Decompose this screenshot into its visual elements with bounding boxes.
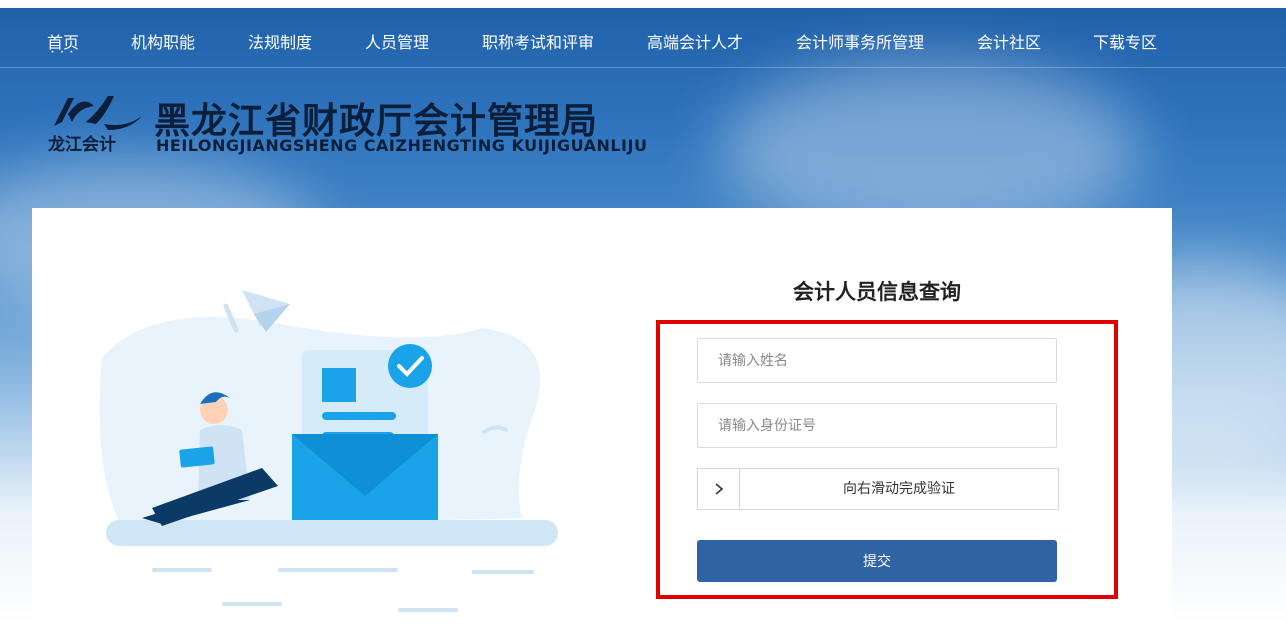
site-subtitle: HEILONGJIANGSHENG CAIZHENGTING KUIJIGUAN… <box>156 136 648 155</box>
id-field <box>697 403 1057 448</box>
form-title: 会计人员信息查询 <box>793 280 961 304</box>
name-field <box>697 338 1057 383</box>
nav-item-regulations[interactable]: 法规制度 <box>248 29 312 53</box>
nav-item-talent[interactable]: 高端会计人才 <box>647 29 743 53</box>
nav-item-downloads[interactable]: 下载专区 <box>1093 29 1157 53</box>
person-with-tablet-illustration <box>99 290 558 612</box>
logo-mark-icon: 龙江会计 <box>48 96 142 155</box>
name-input[interactable] <box>698 339 1056 382</box>
top-strip <box>0 0 1286 8</box>
nav-item-community[interactable]: 会计社区 <box>977 29 1041 53</box>
nav-item-home[interactable]: 首页 <box>47 29 79 53</box>
nav-item-personnel[interactable]: 人员管理 <box>365 29 429 53</box>
main-nav: 首页 机构职能 法规制度 人员管理 职称考试和评审 高端会计人才 会计师事务所管… <box>0 8 1286 68</box>
nav-item-firms[interactable]: 会计师事务所管理 <box>796 29 924 53</box>
logo-text: 龙江会计 <box>48 134 116 155</box>
slider-text: 向右滑动完成验证 <box>843 481 955 497</box>
slide-verification: 向右滑动完成验证 <box>697 468 1059 510</box>
id-number-input[interactable] <box>698 404 1056 447</box>
nav-item-functions[interactable]: 机构职能 <box>131 29 195 53</box>
query-card: 会计人员信息查询 向右滑动完成验证 提交 <box>32 208 1172 624</box>
submit-button[interactable]: 提交 <box>697 540 1057 582</box>
chevron-right-icon <box>714 483 723 495</box>
nav-item-exams[interactable]: 职称考试和评审 <box>482 29 594 53</box>
slider-handle[interactable] <box>698 469 740 509</box>
